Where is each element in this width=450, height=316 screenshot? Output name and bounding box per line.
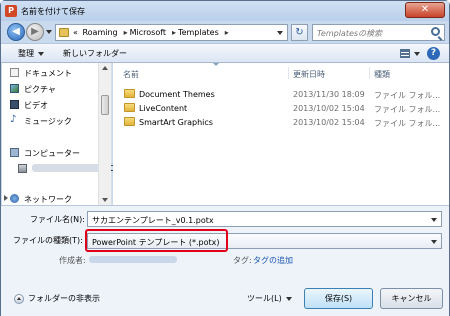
chevron-down-icon: [285, 296, 292, 301]
expand-arrow-icon[interactable]: [4, 195, 8, 201]
save-form: ファイル名(N): サカエンテンプレート_v0.1.potx ファイルの種類(T…: [1, 205, 449, 316]
folder-icon: [124, 103, 135, 112]
view-options-icon[interactable]: [400, 49, 410, 58]
chevron-up-icon: [14, 293, 24, 304]
breadcrumb-separator-icon[interactable]: ▸: [172, 28, 176, 37]
search-icon[interactable]: [431, 27, 440, 36]
nav-scrollbar[interactable]: [98, 63, 111, 205]
nav-item-label: ドキュメント: [24, 69, 72, 78]
breadcrumb-templates[interactable]: Templates: [178, 28, 219, 37]
column-header-name[interactable]: 名前: [123, 69, 139, 80]
hide-folders-button[interactable]: フォルダーの非表示: [14, 293, 100, 304]
search-placeholder: Templatesの検索: [317, 29, 383, 38]
breadcrumb-overflow[interactable]: «: [73, 28, 78, 37]
scroll-up-icon[interactable]: [102, 66, 108, 70]
file-name: LiveContent: [139, 104, 188, 113]
filename-value: サカエンテンプレート_v0.1.potx: [92, 216, 214, 225]
tools-button[interactable]: ツール(L): [247, 293, 292, 304]
file-list: 名前 更新日時 種類 Document Themes 2013/11/30 18…: [113, 63, 449, 205]
file-type: ファイル フォル...: [374, 91, 441, 100]
folder-icon: [59, 28, 69, 37]
nav-item-label: ミュージック: [24, 117, 72, 126]
filename-field[interactable]: サカエンテンプレート_v0.1.potx: [87, 211, 442, 227]
list-item[interactable]: LiveContent 2013/10/02 15:04 ファイル フォル...: [113, 101, 449, 115]
nav-item-label: コンピューター: [24, 149, 80, 158]
filetype-label: ファイルの種類(T):: [13, 236, 83, 245]
organize-label: 整理: [18, 49, 34, 58]
hide-folders-label: フォルダーの非表示: [28, 294, 100, 303]
network-icon: [10, 194, 19, 203]
close-button[interactable]: ✕: [405, 2, 445, 18]
recent-locations-dropdown-icon[interactable]: [46, 30, 52, 34]
filename-label: ファイル名(N):: [30, 215, 85, 224]
organize-button[interactable]: 整理: [18, 48, 44, 59]
search-input[interactable]: Templatesの検索: [312, 24, 445, 41]
chevron-down-icon: [38, 51, 44, 56]
refresh-button[interactable]: ↻: [291, 24, 308, 41]
drive-name-redacted: [32, 164, 102, 172]
pictures-icon: [10, 84, 19, 93]
author-label: 作成者:: [59, 256, 86, 265]
list-item[interactable]: Document Themes 2013/11/30 18:09 ファイル フォ…: [113, 87, 449, 101]
folder-icon: [124, 117, 135, 126]
file-type: ファイル フォル...: [374, 119, 441, 128]
column-divider[interactable]: [369, 67, 370, 79]
scroll-down-icon[interactable]: [102, 198, 108, 202]
drive-icon: [18, 164, 27, 173]
column-header-date[interactable]: 更新日時: [293, 69, 325, 80]
documents-icon: [10, 68, 19, 77]
address-dropdown-icon[interactable]: [277, 31, 283, 35]
file-date: 2013/10/02 15:04: [293, 104, 365, 113]
nav-item-label: ネットワーク: [24, 195, 72, 204]
author-value-redacted[interactable]: [89, 256, 177, 263]
scroll-thumb[interactable]: [101, 95, 109, 115]
computer-icon: [10, 148, 19, 157]
address-bar[interactable]: « Roaming ▸ Microsoft ▸ Templates ▸: [55, 24, 288, 41]
nav-item-label: ビデオ: [24, 101, 48, 110]
title-bar[interactable]: P 名前を付けて保存 ✕: [1, 1, 449, 21]
view-dropdown-icon[interactable]: [414, 52, 420, 56]
window-title: 名前を付けて保存: [21, 7, 85, 16]
tags-label: タグ:: [233, 256, 252, 265]
music-icon: [10, 114, 19, 125]
file-date: 2013/11/30 18:09: [293, 90, 365, 99]
column-divider[interactable]: [288, 67, 289, 79]
chevron-down-icon[interactable]: [431, 218, 437, 222]
breadcrumb-microsoft[interactable]: Microsoft: [130, 28, 166, 37]
file-name: SmartArt Graphics: [139, 118, 213, 127]
video-icon: [10, 100, 19, 109]
navigation-pane: ドキュメント ピクチャ ビデオ ミュージック コンピューター (C ネットワーク: [2, 63, 115, 205]
nav-item-label: ピクチャ: [24, 85, 56, 94]
save-as-dialog: P 名前を付けて保存 ✕ ◀ ▶ « Roaming ▸ Microsoft ▸ Tem…: [0, 0, 450, 316]
cancel-button[interactable]: キャンセル: [380, 288, 443, 309]
powerpoint-icon: P: [5, 5, 17, 17]
breadcrumb-separator-icon[interactable]: ▸: [124, 28, 128, 37]
highlight-annotation: [85, 229, 228, 252]
save-button[interactable]: 保存(S): [304, 288, 373, 309]
file-type: ファイル フォル...: [374, 105, 441, 114]
column-header-type[interactable]: 種類: [374, 69, 390, 80]
new-folder-button[interactable]: 新しいフォルダー: [63, 48, 127, 59]
add-tag-link[interactable]: タグの追加: [253, 255, 293, 266]
help-icon[interactable]: ?: [427, 47, 440, 60]
list-item[interactable]: SmartArt Graphics 2013/10/02 15:04 ファイル …: [113, 115, 449, 129]
toolbar: 整理 新しいフォルダー ?: [1, 43, 449, 63]
sort-caret-icon: [213, 63, 219, 66]
folder-icon: [124, 89, 135, 98]
file-name: Document Themes: [139, 90, 215, 99]
back-button[interactable]: ◀: [7, 23, 25, 41]
forward-button[interactable]: ▶: [26, 23, 44, 41]
file-date: 2013/10/02 15:04: [293, 118, 365, 127]
chevron-down-icon[interactable]: [431, 240, 437, 244]
address-row: ◀ ▶ « Roaming ▸ Microsoft ▸ Templates ▸ ↻ Tem…: [1, 21, 449, 43]
breadcrumb-separator-icon[interactable]: ▸: [225, 28, 229, 37]
tools-label: ツール(L): [247, 294, 282, 303]
breadcrumb-roaming[interactable]: Roaming: [82, 28, 117, 37]
breadcrumb: « Roaming ▸ Microsoft ▸ Templates ▸: [73, 28, 231, 37]
